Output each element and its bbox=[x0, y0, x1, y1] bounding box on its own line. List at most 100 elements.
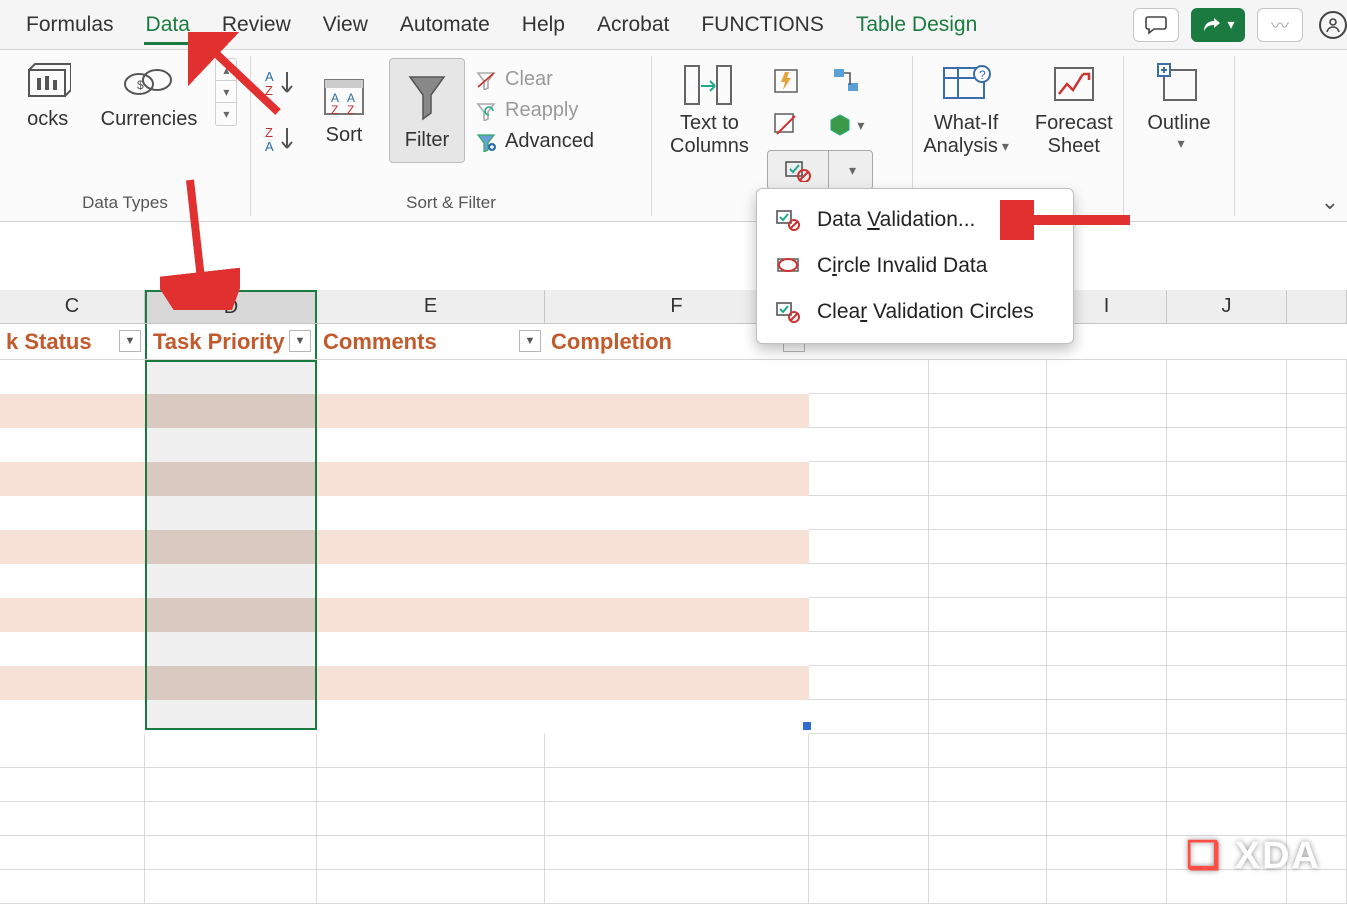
cell[interactable] bbox=[1287, 700, 1347, 734]
cell[interactable] bbox=[929, 632, 1047, 666]
cell[interactable] bbox=[317, 496, 545, 530]
cell[interactable] bbox=[317, 768, 545, 802]
cell[interactable] bbox=[1167, 632, 1287, 666]
cell[interactable] bbox=[809, 768, 929, 802]
cell[interactable] bbox=[929, 360, 1047, 394]
cell[interactable] bbox=[317, 530, 545, 564]
tab-automate[interactable]: Automate bbox=[384, 7, 506, 43]
advanced-filter-button[interactable]: Advanced bbox=[475, 130, 594, 153]
cell[interactable] bbox=[545, 462, 809, 496]
cell[interactable] bbox=[545, 496, 809, 530]
cell[interactable] bbox=[545, 666, 809, 700]
cell[interactable] bbox=[317, 632, 545, 666]
cell[interactable] bbox=[1167, 666, 1287, 700]
clear-filter-button[interactable]: Clear bbox=[475, 68, 553, 91]
cell[interactable] bbox=[0, 428, 145, 462]
cell[interactable] bbox=[545, 768, 809, 802]
cell[interactable] bbox=[1167, 700, 1287, 734]
cell[interactable] bbox=[317, 564, 545, 598]
cell[interactable] bbox=[929, 700, 1047, 734]
col-header-C[interactable]: C bbox=[0, 290, 145, 323]
relationships-button[interactable] bbox=[827, 62, 865, 100]
table-row[interactable] bbox=[0, 836, 1347, 870]
cell[interactable] bbox=[545, 802, 809, 836]
cell[interactable] bbox=[929, 768, 1047, 802]
th-comments[interactable]: Comments ▼ bbox=[317, 324, 545, 359]
sort-button[interactable]: AZAZ Sort bbox=[309, 70, 379, 151]
cell[interactable] bbox=[1287, 564, 1347, 598]
cell[interactable] bbox=[145, 734, 317, 768]
cell[interactable] bbox=[1047, 496, 1167, 530]
cell[interactable] bbox=[1287, 428, 1347, 462]
cell[interactable] bbox=[1047, 632, 1167, 666]
cell[interactable] bbox=[145, 768, 317, 802]
text-to-columns-button[interactable]: Text to Columns bbox=[662, 58, 757, 162]
filter-button[interactable]: Filter bbox=[389, 58, 465, 163]
data-validation-split-button[interactable]: ▾ bbox=[767, 150, 873, 190]
cell[interactable] bbox=[1047, 836, 1167, 870]
table-row[interactable] bbox=[0, 734, 1347, 768]
what-if-analysis-button[interactable]: ? What-If Analysis▾ bbox=[915, 58, 1017, 162]
cell[interactable] bbox=[1047, 394, 1167, 428]
cell[interactable] bbox=[0, 598, 145, 632]
cell[interactable] bbox=[1167, 802, 1287, 836]
cell[interactable] bbox=[0, 632, 145, 666]
cell[interactable] bbox=[929, 870, 1047, 904]
col-header-J[interactable]: J bbox=[1167, 290, 1287, 323]
table-row[interactable] bbox=[0, 768, 1347, 802]
cell[interactable] bbox=[809, 462, 929, 496]
data-validation-main[interactable] bbox=[768, 151, 828, 189]
cell[interactable] bbox=[145, 802, 317, 836]
cell[interactable] bbox=[929, 836, 1047, 870]
cell[interactable] bbox=[809, 836, 929, 870]
collapse-ribbon-icon[interactable]: ⌄ bbox=[1321, 189, 1339, 215]
cell[interactable] bbox=[1047, 530, 1167, 564]
share-button[interactable]: ▾ bbox=[1191, 8, 1245, 42]
cell[interactable] bbox=[0, 360, 145, 394]
cell[interactable] bbox=[545, 598, 809, 632]
cell[interactable] bbox=[809, 598, 929, 632]
cell[interactable] bbox=[1287, 734, 1347, 768]
activity-button[interactable]: 〰 bbox=[1257, 8, 1303, 42]
tab-view[interactable]: View bbox=[307, 7, 384, 43]
th-status[interactable]: k Status ▼ bbox=[0, 324, 145, 359]
cell[interactable] bbox=[1047, 360, 1167, 394]
cell[interactable] bbox=[545, 428, 809, 462]
cell[interactable] bbox=[1287, 394, 1347, 428]
cell[interactable] bbox=[317, 700, 545, 734]
cell[interactable] bbox=[929, 428, 1047, 462]
cell[interactable] bbox=[809, 564, 929, 598]
cell[interactable] bbox=[1167, 598, 1287, 632]
cell[interactable] bbox=[0, 802, 145, 836]
cell[interactable] bbox=[809, 496, 929, 530]
table-row[interactable] bbox=[0, 802, 1347, 836]
cell[interactable] bbox=[317, 428, 545, 462]
filter-dropdown-status[interactable]: ▼ bbox=[119, 330, 141, 352]
cell[interactable] bbox=[1047, 666, 1167, 700]
cell[interactable] bbox=[929, 734, 1047, 768]
cell[interactable] bbox=[317, 462, 545, 496]
cell[interactable] bbox=[1047, 564, 1167, 598]
cell[interactable] bbox=[1287, 360, 1347, 394]
cell[interactable] bbox=[545, 564, 809, 598]
cell[interactable] bbox=[809, 394, 929, 428]
cell[interactable] bbox=[0, 768, 145, 802]
cell[interactable] bbox=[929, 530, 1047, 564]
cell[interactable] bbox=[1167, 462, 1287, 496]
cell[interactable] bbox=[1287, 666, 1347, 700]
tab-help[interactable]: Help bbox=[506, 7, 581, 43]
cell[interactable] bbox=[545, 700, 809, 734]
spreadsheet-grid[interactable]: // will be built after data load below b… bbox=[0, 360, 1347, 904]
reapply-filter-button[interactable]: Reapply bbox=[475, 99, 578, 122]
cell[interactable] bbox=[1167, 564, 1287, 598]
cell[interactable] bbox=[545, 360, 809, 394]
cell[interactable] bbox=[1287, 632, 1347, 666]
cell[interactable] bbox=[0, 734, 145, 768]
cell[interactable] bbox=[1167, 734, 1287, 768]
cell[interactable] bbox=[1047, 598, 1167, 632]
remove-duplicates-button[interactable] bbox=[767, 106, 805, 144]
cell[interactable] bbox=[317, 360, 545, 394]
cell[interactable] bbox=[1287, 768, 1347, 802]
cell[interactable] bbox=[929, 564, 1047, 598]
cell[interactable] bbox=[317, 802, 545, 836]
